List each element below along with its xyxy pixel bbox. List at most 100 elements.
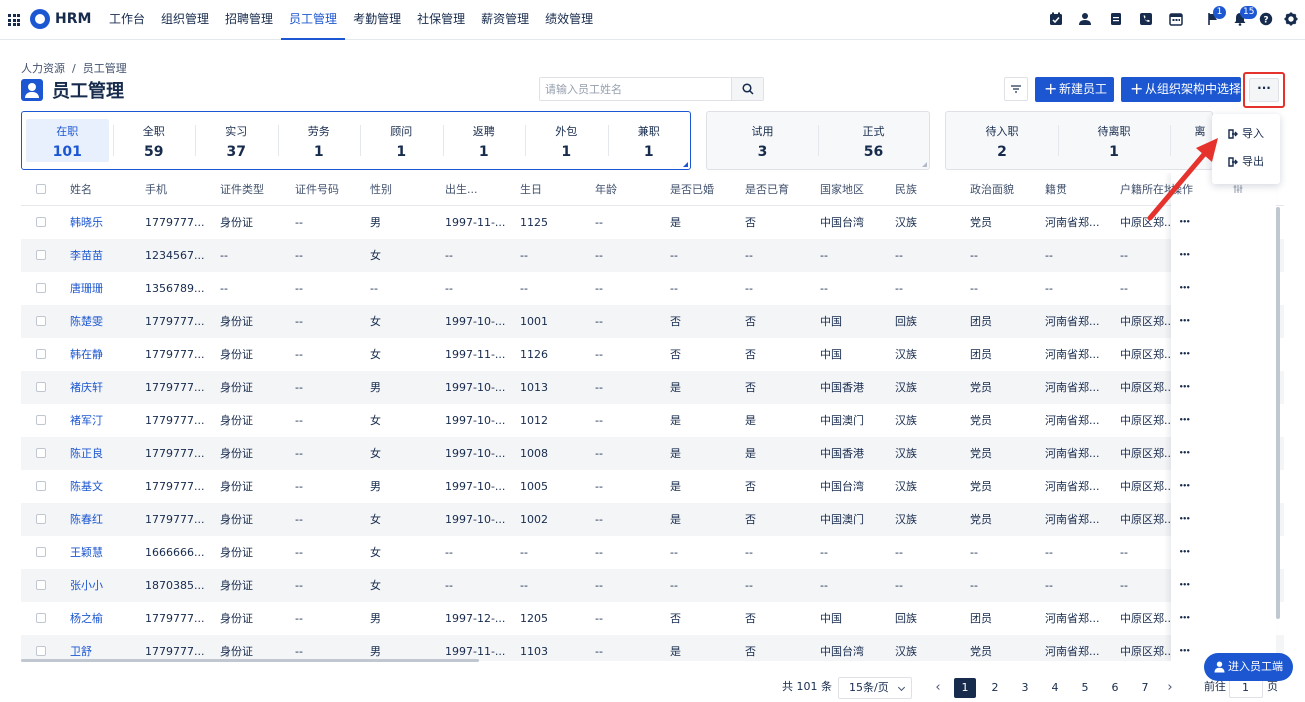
stat-pending-exit[interactable]: 待离职 1: [1058, 119, 1170, 162]
bell-notification[interactable]: 15: [1233, 6, 1258, 26]
select-all-checkbox[interactable]: [36, 184, 46, 194]
row-more-icon[interactable]: •••: [1179, 278, 1190, 298]
enter-employee-portal-button[interactable]: 进入员工端: [1204, 653, 1293, 681]
table-row[interactable]: 陈正良 1779777... 身份证 -- 女 1997-10-... 1008 -- 是 是 中国…: [21, 437, 1284, 470]
user-icon[interactable]: [1078, 12, 1092, 26]
menu-item-social-security[interactable]: 社保管理: [409, 0, 473, 40]
stat-consultant[interactable]: 顾问 1: [360, 119, 443, 162]
column-header-gender[interactable]: 性别: [370, 173, 440, 206]
row-more-icon[interactable]: •••: [1179, 344, 1190, 364]
page-3-button[interactable]: 3: [1014, 678, 1036, 698]
row-checkbox[interactable]: [36, 349, 46, 359]
stat-part-time[interactable]: 兼职 1: [607, 119, 691, 162]
row-checkbox[interactable]: [36, 547, 46, 557]
stat-probation[interactable]: 试用 3: [707, 119, 818, 162]
horizontal-scrollbar[interactable]: [21, 659, 479, 662]
row-more-icon[interactable]: •••: [1179, 608, 1190, 628]
table-row[interactable]: 韩晓乐 1779777... 身份证 -- 男 1997-11-... 1125 -- 是 否 中国…: [21, 206, 1284, 239]
page-size-select[interactable]: 15条/页: [838, 677, 912, 699]
stat-full-time[interactable]: 全职 59: [112, 119, 196, 162]
employee-name-link[interactable]: 陈基文: [70, 470, 140, 503]
employee-name-link[interactable]: 陈春红: [70, 503, 140, 536]
row-checkbox[interactable]: [36, 448, 46, 458]
employee-name-link[interactable]: 杨之榆: [70, 602, 140, 635]
table-row[interactable]: 韩在静 1779777... 身份证 -- 女 1997-11-... 1126 -- 否 否 中国…: [21, 338, 1284, 371]
employee-name-link[interactable]: 褚庆轩: [70, 371, 140, 404]
select-from-org-button[interactable]: 从组织架构中选择: [1121, 76, 1241, 102]
export-menu-item[interactable]: 导出: [1212, 149, 1280, 175]
row-checkbox[interactable]: [36, 514, 46, 524]
search-button[interactable]: [731, 78, 763, 100]
column-header-married[interactable]: 是否已婚: [670, 173, 740, 206]
employee-name-link[interactable]: 陈正良: [70, 437, 140, 470]
employee-name-link[interactable]: 唐珊珊: [70, 272, 140, 305]
column-header-country[interactable]: 国家地区: [820, 173, 890, 206]
menu-item-performance[interactable]: 绩效管理: [537, 0, 601, 40]
page-2-button[interactable]: 2: [984, 678, 1006, 698]
new-employee-button[interactable]: 新建员工: [1035, 76, 1114, 102]
column-header-ethnicity[interactable]: 民族: [895, 173, 965, 206]
table-row[interactable]: 褚庆轩 1779777... 身份证 -- 男 1997-10-... 1013 -- 是 否 中国…: [21, 371, 1284, 404]
goto-page-input[interactable]: 1: [1229, 678, 1263, 698]
row-more-icon[interactable]: •••: [1179, 377, 1190, 397]
row-checkbox[interactable]: [36, 481, 46, 491]
vertical-scrollbar[interactable]: [1276, 207, 1280, 619]
search-input[interactable]: [540, 78, 732, 100]
stat-resigned[interactable]: 离: [1170, 119, 1212, 162]
row-checkbox[interactable]: [36, 415, 46, 425]
task-check-icon[interactable]: [1049, 12, 1063, 26]
stat-rehired[interactable]: 返聘 1: [442, 119, 526, 162]
column-header-id-type[interactable]: 证件类型: [220, 173, 290, 206]
column-settings-icon[interactable]: [1233, 184, 1243, 194]
row-checkbox[interactable]: [36, 613, 46, 623]
employee-name-link[interactable]: 王颖慧: [70, 536, 140, 569]
row-checkbox[interactable]: [36, 646, 46, 656]
employee-name-link[interactable]: 卫舒: [70, 635, 140, 661]
menu-item-org[interactable]: 组织管理: [153, 0, 217, 40]
app-grid-icon[interactable]: [8, 14, 20, 26]
column-header-id-number[interactable]: 证件号码: [295, 173, 365, 206]
row-checkbox[interactable]: [36, 580, 46, 590]
row-more-icon[interactable]: •••: [1179, 641, 1190, 661]
page-1-button[interactable]: 1: [954, 678, 976, 698]
menu-item-employee[interactable]: 员工管理: [281, 0, 346, 40]
stat-labor[interactable]: 劳务 1: [277, 119, 361, 162]
row-more-icon[interactable]: •••: [1179, 245, 1190, 265]
employee-name-link[interactable]: 韩在静: [70, 338, 140, 371]
page-5-button[interactable]: 5: [1074, 678, 1096, 698]
row-more-icon[interactable]: •••: [1179, 443, 1190, 463]
prev-page-button[interactable]: ‹: [931, 678, 945, 698]
table-row[interactable]: 杨之榆 1779777... 身份证 -- 男 1997-12-... 1205 -- 否 否 中国…: [21, 602, 1284, 635]
table-row[interactable]: 陈春红 1779777... 身份证 -- 女 1997-10-... 1002 -- 是 否 中国…: [21, 503, 1284, 536]
menu-item-salary[interactable]: 薪资管理: [473, 0, 537, 40]
employee-name-link[interactable]: 褚军汀: [70, 404, 140, 437]
row-more-icon[interactable]: •••: [1179, 575, 1190, 595]
help-icon[interactable]: ?: [1259, 12, 1273, 26]
stat-outsourced[interactable]: 外包 1: [525, 119, 608, 162]
more-actions-button[interactable]: ···: [1249, 78, 1279, 102]
table-row[interactable]: 王颖慧 1666666... 身份证 -- 女 -- -- -- -- -- -- -- -- -- --: [21, 536, 1284, 569]
page-4-button[interactable]: 4: [1044, 678, 1066, 698]
table-row[interactable]: 陈基文 1779777... 身份证 -- 男 1997-10-... 1005 -- 是 否 中国…: [21, 470, 1284, 503]
page-6-button[interactable]: 6: [1104, 678, 1126, 698]
column-header-name[interactable]: 姓名: [70, 173, 140, 206]
table-row[interactable]: 李苗苗 1234567... -- -- 女 -- -- -- -- -- -- -- -- -- --: [21, 239, 1284, 272]
row-more-icon[interactable]: •••: [1179, 311, 1190, 331]
stat-on-job[interactable]: 在职 101: [26, 119, 109, 162]
row-more-icon[interactable]: •••: [1179, 509, 1190, 529]
row-checkbox[interactable]: [36, 382, 46, 392]
calendar-icon[interactable]: [1169, 12, 1183, 26]
column-header-birth-date[interactable]: 出生...: [445, 173, 507, 206]
employee-name-link[interactable]: 韩晓乐: [70, 206, 140, 239]
column-header-political-status[interactable]: 政治面貌: [970, 173, 1040, 206]
row-checkbox[interactable]: [36, 217, 46, 227]
next-page-button[interactable]: ›: [1163, 678, 1177, 698]
row-more-icon[interactable]: •••: [1179, 542, 1190, 562]
row-more-icon[interactable]: •••: [1179, 410, 1190, 430]
employee-name-link[interactable]: 张小小: [70, 569, 140, 602]
filter-button[interactable]: [1004, 77, 1028, 101]
import-menu-item[interactable]: 导入: [1212, 121, 1280, 147]
table-row[interactable]: 卫舒 1779777... 身份证 -- 男 1997-11-... 1103 -- 是 否 中国台…: [21, 635, 1284, 661]
menu-item-workbench[interactable]: 工作台: [101, 0, 153, 40]
stat-intern[interactable]: 实习 37: [195, 119, 278, 162]
